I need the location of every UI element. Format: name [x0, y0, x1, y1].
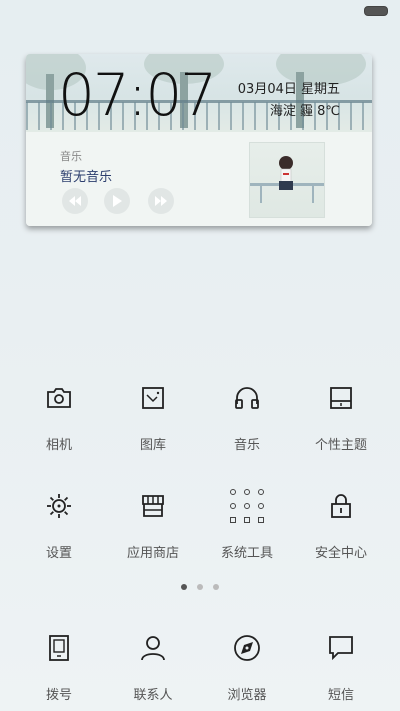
phone-icon[interactable]	[29, 618, 89, 678]
browser-icon[interactable]	[217, 618, 277, 678]
date-text: 03月04日 星期五	[237, 82, 340, 97]
app-label: 图库	[139, 438, 166, 453]
battery-icon	[364, 6, 388, 16]
gallery-icon[interactable]	[123, 368, 183, 428]
store-icon[interactable]	[123, 476, 183, 536]
app-label: 短信	[327, 688, 354, 703]
tools-folder-icon[interactable]	[217, 476, 277, 536]
contacts-icon[interactable]	[123, 618, 183, 678]
app-label: 浏览器	[227, 688, 267, 703]
page-dot[interactable]	[213, 584, 219, 590]
app-label: 音乐	[233, 438, 260, 453]
theme-icon[interactable]	[311, 368, 371, 428]
album-art[interactable]	[249, 142, 325, 218]
music-player: 音乐 暂无音乐	[26, 132, 372, 226]
page-dot-active[interactable]	[181, 584, 187, 590]
clock-time[interactable]: 07:07	[58, 62, 217, 128]
lock-icon[interactable]	[311, 476, 371, 536]
app-label: 设置	[45, 546, 72, 561]
page-dot[interactable]	[197, 584, 203, 590]
app-label: 相机	[45, 438, 72, 453]
weather-text[interactable]: 海淀 霾 8℃	[270, 100, 340, 119]
music-title[interactable]: 暂无音乐	[60, 166, 112, 185]
app-label: 联系人	[133, 688, 173, 703]
app-label: 拨号	[45, 688, 72, 703]
message-icon[interactable]	[311, 618, 371, 678]
next-icon[interactable]	[148, 188, 174, 214]
camera-icon[interactable]	[29, 368, 89, 428]
play-icon[interactable]	[104, 188, 130, 214]
app-label: 安全中心	[314, 546, 367, 561]
clock-music-widget[interactable]: 07:07 03月04日 星期五 海淀 霾 8℃ 音乐 暂无音乐	[26, 54, 372, 226]
app-label: 个性主题	[314, 438, 367, 453]
music-label: 音乐	[60, 150, 82, 163]
previous-icon[interactable]	[62, 188, 88, 214]
headphones-icon[interactable]	[217, 368, 277, 428]
app-label: 应用商店	[126, 546, 179, 561]
app-label: 系统工具	[220, 546, 273, 561]
gear-icon[interactable]	[29, 476, 89, 536]
